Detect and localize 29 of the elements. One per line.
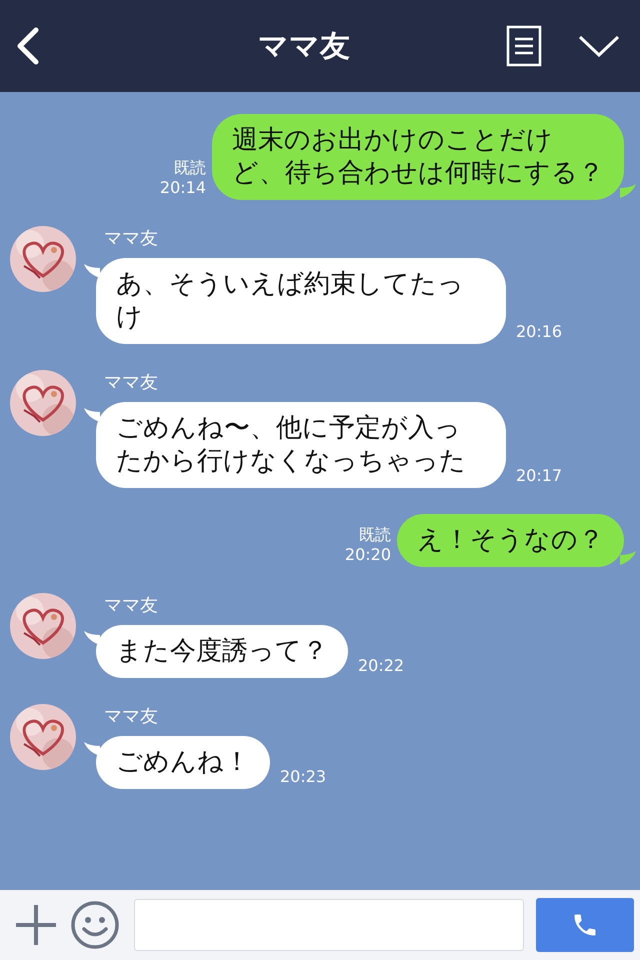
chat-title: ママ友 bbox=[258, 28, 350, 66]
plus-icon[interactable] bbox=[14, 903, 58, 947]
sender-name: ママ友 bbox=[104, 372, 159, 394]
message-bubble: ごめんね！ bbox=[96, 736, 270, 789]
sender-name: ママ友 bbox=[104, 595, 159, 617]
smiley-icon[interactable] bbox=[70, 900, 120, 950]
sender-name: ママ友 bbox=[104, 228, 159, 250]
message-input-field[interactable] bbox=[134, 899, 524, 951]
message-time: 20:22 bbox=[358, 656, 404, 676]
message-time: 20:14 bbox=[160, 178, 206, 198]
message-bubble: ごめんね〜、他に予定が入ったから行けなくなっちゃった bbox=[96, 402, 506, 488]
chevron-down-icon[interactable] bbox=[578, 34, 620, 58]
bubble-tail bbox=[84, 408, 100, 424]
message-time: 20:16 bbox=[516, 322, 562, 342]
menu-icon[interactable] bbox=[506, 25, 542, 67]
message-bubble: え！そうなの？ bbox=[397, 514, 624, 567]
message-time: 20:17 bbox=[516, 466, 562, 486]
call-button[interactable] bbox=[536, 898, 634, 952]
message-time: 20:20 bbox=[344, 545, 391, 565]
read-label: 既読 bbox=[359, 525, 391, 545]
bubble-tail bbox=[620, 551, 636, 567]
sender-name: ママ友 bbox=[104, 706, 159, 728]
message-time: 20:23 bbox=[280, 767, 326, 787]
message-bubble: あ、そういえば約束してたっけ bbox=[96, 258, 506, 344]
bubble-tail bbox=[620, 184, 636, 200]
message-bubble: また今度誘って？ bbox=[96, 625, 348, 678]
read-label: 既読 bbox=[174, 158, 206, 178]
message-bubble: 週末のお出かけのことだけど、待ち合わせは何時にする？ bbox=[212, 114, 624, 200]
bubble-tail bbox=[84, 264, 100, 280]
